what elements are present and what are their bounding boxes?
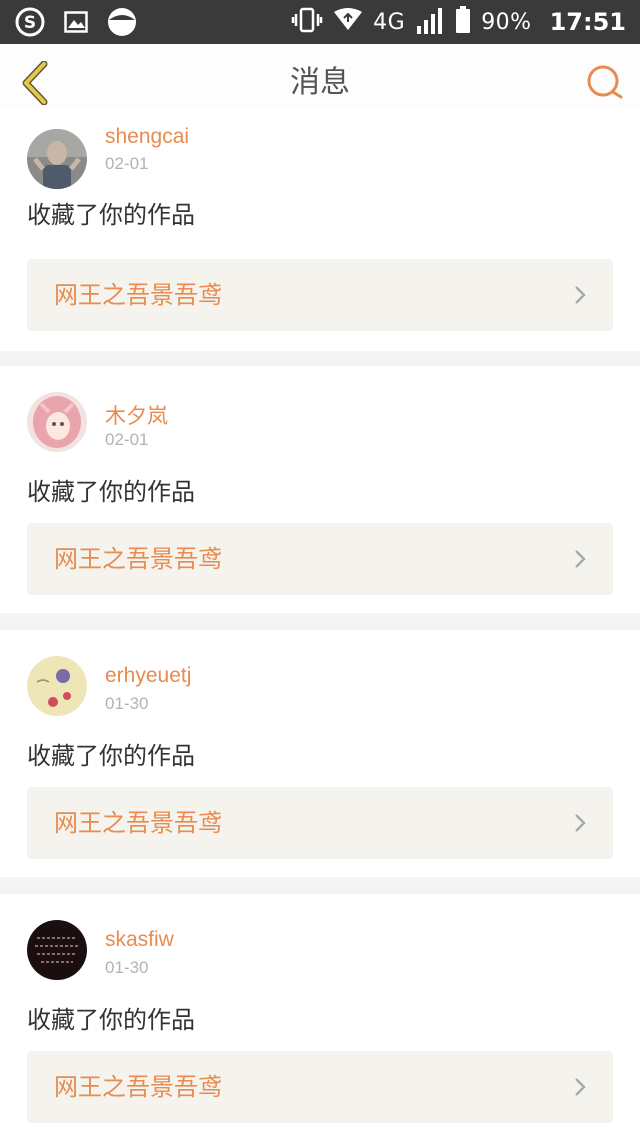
message-card: 木夕岚 02-01 收藏了你的作品 网王之吾景吾鸢 [0,366,640,613]
username[interactable]: erhyeuetj [105,664,191,688]
battery-icon [455,6,471,38]
message-action: 收藏了你的作品 [27,742,195,770]
sogou-icon: S [14,6,46,38]
message-date: 01-30 [105,958,149,977]
username[interactable]: skasfiw [105,928,174,952]
message-date: 02-01 [105,154,149,173]
network-label: 4G [373,9,406,35]
avatar[interactable] [27,920,87,980]
search-button[interactable] [584,62,626,104]
avatar[interactable] [27,656,87,716]
vibrate-icon [291,7,323,37]
message-date: 01-30 [105,694,149,713]
chevron-right-icon [575,1078,586,1096]
work-link[interactable]: 网王之吾景吾鸢 [27,1051,613,1123]
avatar[interactable] [27,129,87,189]
work-link[interactable]: 网王之吾景吾鸢 [27,259,613,331]
svg-text:S: S [24,13,36,33]
message-action: 收藏了你的作品 [27,478,195,506]
clock: 17:51 [549,8,626,36]
gallery-icon [60,6,92,38]
username[interactable]: 木夕岚 [105,400,168,430]
work-link[interactable]: 网王之吾景吾鸢 [27,523,613,595]
wifi-icon [333,8,363,36]
search-icon [587,65,623,99]
message-date: 02-01 [105,430,149,449]
work-title: 网王之吾景吾鸢 [54,1073,222,1101]
work-title: 网王之吾景吾鸢 [54,809,222,837]
chevron-right-icon [575,814,586,832]
app-icon [106,6,138,38]
signal-icon [415,6,445,38]
username[interactable]: shengcai [105,125,189,149]
work-title: 网王之吾景吾鸢 [54,545,222,573]
chevron-right-icon [575,550,586,568]
message-card: erhyeuetj 01-30 收藏了你的作品 网王之吾景吾鸢 [0,630,640,877]
message-action: 收藏了你的作品 [27,201,195,229]
message-action: 收藏了你的作品 [27,1006,195,1034]
work-title: 网王之吾景吾鸢 [54,281,222,309]
status-bar: S 4G 90% 17:51 [0,0,640,44]
message-card: skasfiw 01-30 收藏了你的作品 网王之吾景吾鸢 [0,894,640,1141]
message-card: shengcai 02-01 收藏了你的作品 网王之吾景吾鸢 [0,109,640,351]
battery-label: 90% [481,9,532,35]
work-link[interactable]: 网王之吾景吾鸢 [27,787,613,859]
avatar[interactable] [27,392,87,452]
chevron-right-icon [575,286,586,304]
